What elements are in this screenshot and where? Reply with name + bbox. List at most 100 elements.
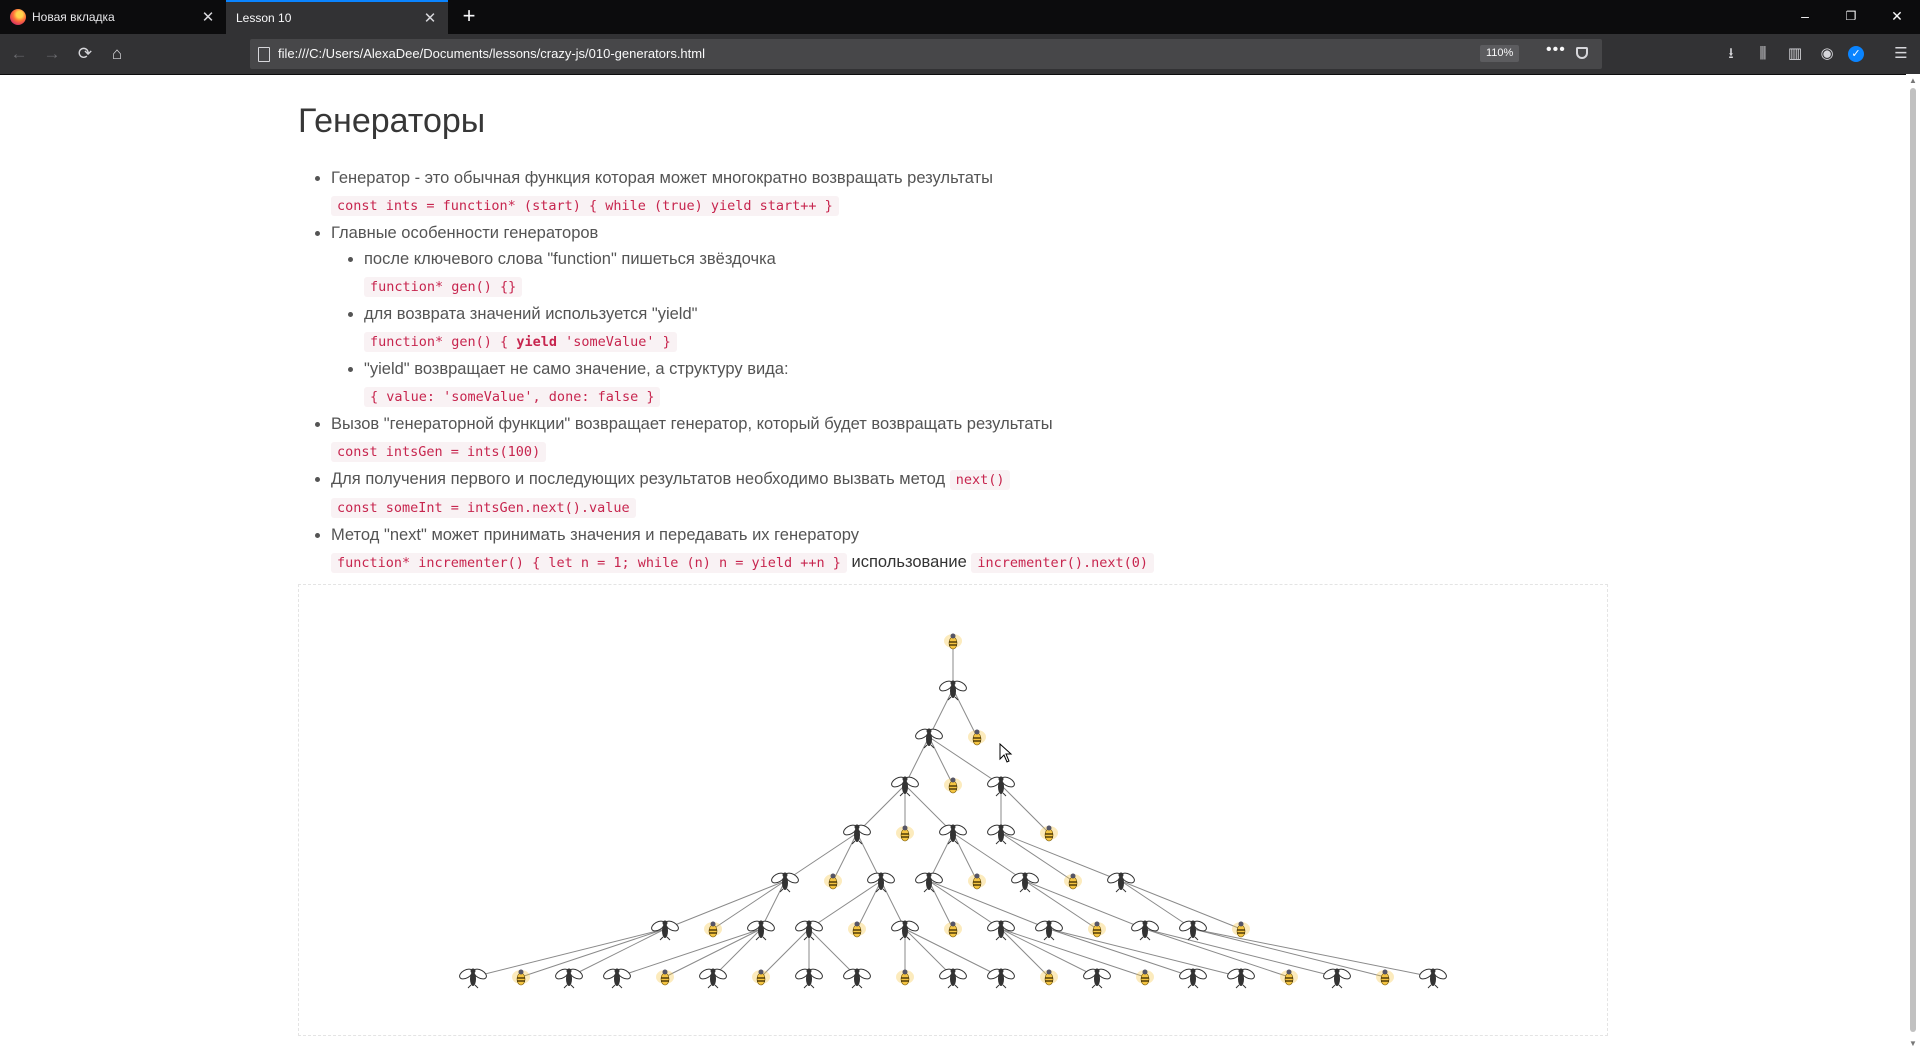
code-keyword: yield (516, 334, 557, 350)
library-icon[interactable]: ⫼ (1752, 43, 1774, 65)
item-text: Главные особенности генераторов (331, 224, 599, 242)
fly-node-icon (1227, 968, 1255, 989)
list-item: Генератор - это обычная функция которая … (331, 165, 1620, 219)
fly-node-icon (603, 968, 631, 989)
code-snippet: function* gen() { yield 'someValue' } (364, 332, 677, 352)
menu-icon[interactable]: ☰ (1890, 43, 1912, 65)
item-text: Вызов "генераторной функции" возвращает … (331, 415, 1053, 433)
code-snippet: const someInt = intsGen.next().value (331, 498, 636, 518)
scroll-thumb[interactable] (1910, 88, 1916, 1032)
code-snippet: function* incrementer() { let n = 1; whi… (331, 553, 847, 573)
page-title: Генераторы (298, 102, 486, 140)
scroll-up-icon[interactable]: ▲ (1909, 76, 1917, 85)
tab-title: Lesson 10 (236, 11, 292, 25)
extension-icon[interactable]: ✓ (1848, 46, 1864, 62)
item-text: Метод "next" может принимать значения и … (331, 526, 860, 544)
tree-edge (952, 688, 978, 738)
tree-edge (928, 880, 1050, 930)
fly-node-icon (891, 920, 919, 941)
list-item: Для получения первого и последующих резу… (331, 466, 1620, 521)
item-text: Для получения первого и последующих резу… (331, 470, 946, 488)
new-tab-button[interactable]: + (456, 4, 482, 30)
code-snippet: { value: 'someValue', done: false } (364, 387, 661, 407)
tree-edge (1192, 928, 1434, 978)
scroll-down-icon[interactable]: ▼ (1909, 1039, 1917, 1048)
bee-node-icon (1088, 921, 1106, 938)
bee-node-icon (944, 921, 962, 938)
item-text: для возврата значений используется "yiel… (364, 305, 698, 323)
tree-edge (520, 928, 666, 978)
fly-node-icon (843, 824, 871, 845)
fly-node-icon (1131, 920, 1159, 941)
bee-node-icon (944, 777, 962, 794)
reload-icon[interactable]: ⟳ (74, 43, 96, 65)
close-window-button[interactable]: ✕ (1874, 0, 1920, 34)
fly-node-icon (987, 824, 1015, 845)
downloads-icon[interactable]: ⭳ (1720, 43, 1742, 65)
tree-edge (952, 832, 978, 882)
minimize-button[interactable]: – (1782, 0, 1828, 34)
fly-node-icon (795, 968, 823, 989)
bee-node-icon (704, 921, 722, 938)
tree-edge (952, 832, 1026, 882)
list-item: Главные особенности генераторов после кл… (331, 220, 1620, 410)
code-snippet: const ints = function* (start) { while (… (331, 196, 839, 216)
tree-edge (928, 736, 954, 786)
usage-label: использование (851, 553, 967, 571)
address-bar[interactable]: file:///C:/Users/AlexaDee/Documents/less… (250, 39, 1602, 69)
tree-edge (616, 928, 762, 978)
page-icon (258, 47, 270, 62)
generator-tree (459, 633, 1447, 989)
tab-title: Новая вкладка (32, 10, 115, 24)
bee-node-icon (1280, 969, 1298, 986)
fly-node-icon (1323, 968, 1351, 989)
restore-button[interactable]: ❐ (1828, 0, 1874, 34)
bee-node-icon (824, 873, 842, 890)
features-list: Генератор - это обычная функция которая … (298, 165, 1620, 576)
tab-new-tab[interactable]: Новая вкладка ✕ (0, 0, 226, 34)
tree-edge (808, 880, 882, 930)
pocket-icon[interactable] (1576, 47, 1588, 59)
fly-node-icon (1107, 872, 1135, 893)
fly-node-icon (939, 968, 967, 989)
fly-node-icon (555, 968, 583, 989)
usage-code: incrementer().next(0) (971, 553, 1155, 573)
fly-node-icon (1179, 968, 1207, 989)
back-arrow-icon[interactable]: ← (8, 43, 30, 65)
bee-node-icon (656, 969, 674, 986)
forward-arrow-icon[interactable]: → (41, 43, 63, 65)
bee-node-icon (1040, 825, 1058, 842)
page-actions-icon[interactable]: ••• (1546, 41, 1566, 59)
bee-node-icon (1136, 969, 1154, 986)
fly-node-icon (939, 680, 967, 701)
fly-node-icon (1083, 968, 1111, 989)
tree-edge (1000, 928, 1146, 978)
fly-node-icon (651, 920, 679, 941)
page-scrollbar[interactable]: ▲ ▼ (1906, 74, 1920, 1050)
fly-node-icon (891, 776, 919, 797)
home-icon[interactable]: ⌂ (106, 43, 128, 65)
zoom-level[interactable]: 110% (1480, 45, 1520, 62)
code-part: 'someValue' } (556, 334, 671, 350)
sidebar-icon[interactable]: ▥ (1784, 43, 1806, 65)
bee-node-icon (1064, 873, 1082, 890)
close-tab-icon[interactable]: ✕ (422, 9, 438, 27)
fly-node-icon (747, 920, 775, 941)
firefox-icon (10, 9, 26, 25)
url-text[interactable]: file:///C:/Users/AlexaDee/Documents/less… (278, 46, 705, 61)
fly-node-icon (699, 968, 727, 989)
tab-bar: Новая вкладка ✕ Lesson 10 ✕ + – ❐ ✕ (0, 0, 1920, 34)
item-text: после ключевого слова "function" пишетьс… (364, 250, 776, 268)
tree-edge (856, 880, 882, 930)
bee-node-icon (1376, 969, 1394, 986)
tab-lesson-10[interactable]: Lesson 10 ✕ (226, 0, 448, 34)
account-icon[interactable]: ◉ (1816, 43, 1838, 65)
bee-node-icon (968, 873, 986, 890)
tree-edge (784, 832, 858, 882)
page-content: Генераторы Генератор - это обычная функц… (298, 74, 1620, 577)
list-item: "yield" возвращает не само значение, а с… (364, 356, 1620, 410)
fly-node-icon (867, 872, 895, 893)
close-tab-icon[interactable]: ✕ (200, 8, 216, 26)
mouse-cursor-icon (999, 743, 1013, 763)
bee-node-icon (752, 969, 770, 986)
